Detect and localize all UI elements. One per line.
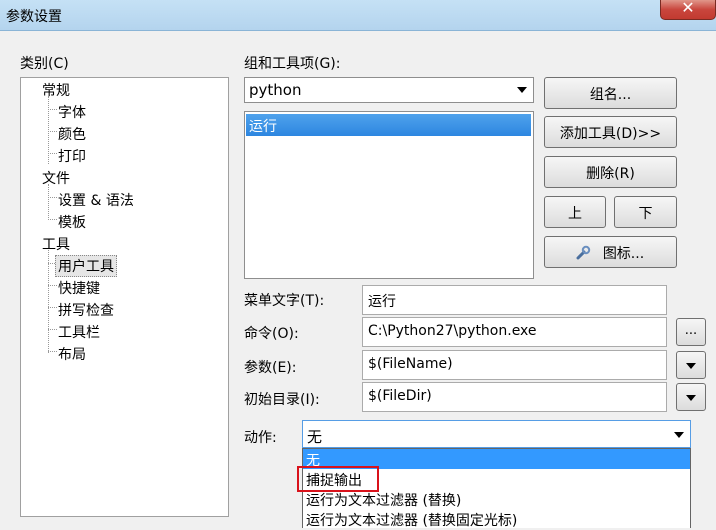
tree-item-general[interactable]: 常规 <box>42 80 70 100</box>
tool-list[interactable]: 运行 <box>244 111 534 279</box>
menu-text-label: 菜单文字(T): <box>244 293 325 309</box>
menu-text-field[interactable]: 运行 <box>362 285 667 315</box>
tree-item-toolbar[interactable]: 工具栏 <box>58 322 100 342</box>
init-dir-label: 初始目录(I): <box>244 392 320 408</box>
init-dir-field[interactable]: $(FileDir) <box>362 382 667 412</box>
dropdown-option-filter-replace-fixed-cursor[interactable]: 运行为文本过滤器 (替换固定光标) <box>303 509 690 529</box>
close-icon: ✕ <box>681 0 695 17</box>
list-item-label: 运行 <box>249 119 277 135</box>
delete-button[interactable]: 删除(R) <box>544 156 677 188</box>
init-dir-menu-button[interactable] <box>676 383 706 411</box>
tree-connector <box>48 184 49 220</box>
group-combo[interactable]: python <box>244 77 534 103</box>
action-label: 动作: <box>244 430 277 446</box>
tree-connector <box>48 307 57 308</box>
categories-label: 类别(C) <box>20 56 69 72</box>
chevron-down-icon <box>517 87 527 93</box>
command-field[interactable]: C:\Python27\python.exe <box>362 317 667 347</box>
icon-button[interactable]: 图标... <box>544 236 677 268</box>
tree-connector <box>48 351 57 352</box>
dropdown-option-filter-replace[interactable]: 运行为文本过滤器 (替换) <box>303 489 690 509</box>
chevron-down-icon <box>686 363 696 369</box>
tree-item-color[interactable]: 颜色 <box>58 124 86 144</box>
browse-button[interactable]: ... <box>676 318 706 346</box>
action-combo[interactable]: 无 <box>302 420 691 448</box>
group-label: 组和工具项(G): <box>244 56 341 72</box>
tree-connector <box>48 250 49 353</box>
highlight-box <box>297 466 379 492</box>
group-name-button[interactable]: 组名... <box>544 77 677 109</box>
params-field[interactable]: $(FileName) <box>362 350 667 380</box>
list-item[interactable]: 运行 <box>246 114 531 136</box>
chevron-down-icon <box>686 395 696 401</box>
tree-connector <box>48 109 57 110</box>
chevron-down-icon <box>674 432 684 438</box>
tree-item-shortcuts[interactable]: 快捷键 <box>58 278 100 298</box>
tree-item-tools[interactable]: 工具 <box>42 234 70 254</box>
window-title: 参数设置 <box>6 9 62 25</box>
add-tool-button[interactable]: 添加工具(D)>> <box>544 116 677 148</box>
category-tree[interactable]: 常规 字体 颜色 打印 文件 设置 & 语法 模板 工具 用户工具 快捷键 拼写… <box>20 77 229 517</box>
close-button[interactable]: ✕ <box>660 0 716 20</box>
tree-connector <box>48 197 57 198</box>
move-up-button[interactable]: 上 <box>544 196 606 228</box>
group-combo-value: python <box>249 81 302 99</box>
action-combo-value: 无 <box>307 428 323 446</box>
tree-connector <box>48 285 57 286</box>
tree-connector <box>48 131 57 132</box>
params-label: 参数(E): <box>244 360 297 376</box>
command-label: 命令(O): <box>244 326 299 342</box>
tree-item-spellcheck[interactable]: 拼写检查 <box>58 300 114 320</box>
wrench-icon <box>576 245 591 260</box>
move-down-button[interactable]: 下 <box>614 196 677 228</box>
tree-item-font[interactable]: 字体 <box>58 102 86 122</box>
tree-item-layout[interactable]: 布局 <box>58 344 86 364</box>
tree-item-settings-syntax[interactable]: 设置 & 语法 <box>58 190 134 210</box>
tree-connector <box>48 219 57 220</box>
title-bar: 参数设置 ✕ <box>0 0 716 30</box>
tree-connector <box>48 329 57 330</box>
tree-item-template[interactable]: 模板 <box>58 212 86 232</box>
tree-item-user-tools[interactable]: 用户工具 <box>55 255 117 277</box>
tree-item-print[interactable]: 打印 <box>58 146 86 166</box>
tree-item-file[interactable]: 文件 <box>42 168 70 188</box>
params-menu-button[interactable] <box>676 351 706 379</box>
tree-connector <box>48 153 57 154</box>
